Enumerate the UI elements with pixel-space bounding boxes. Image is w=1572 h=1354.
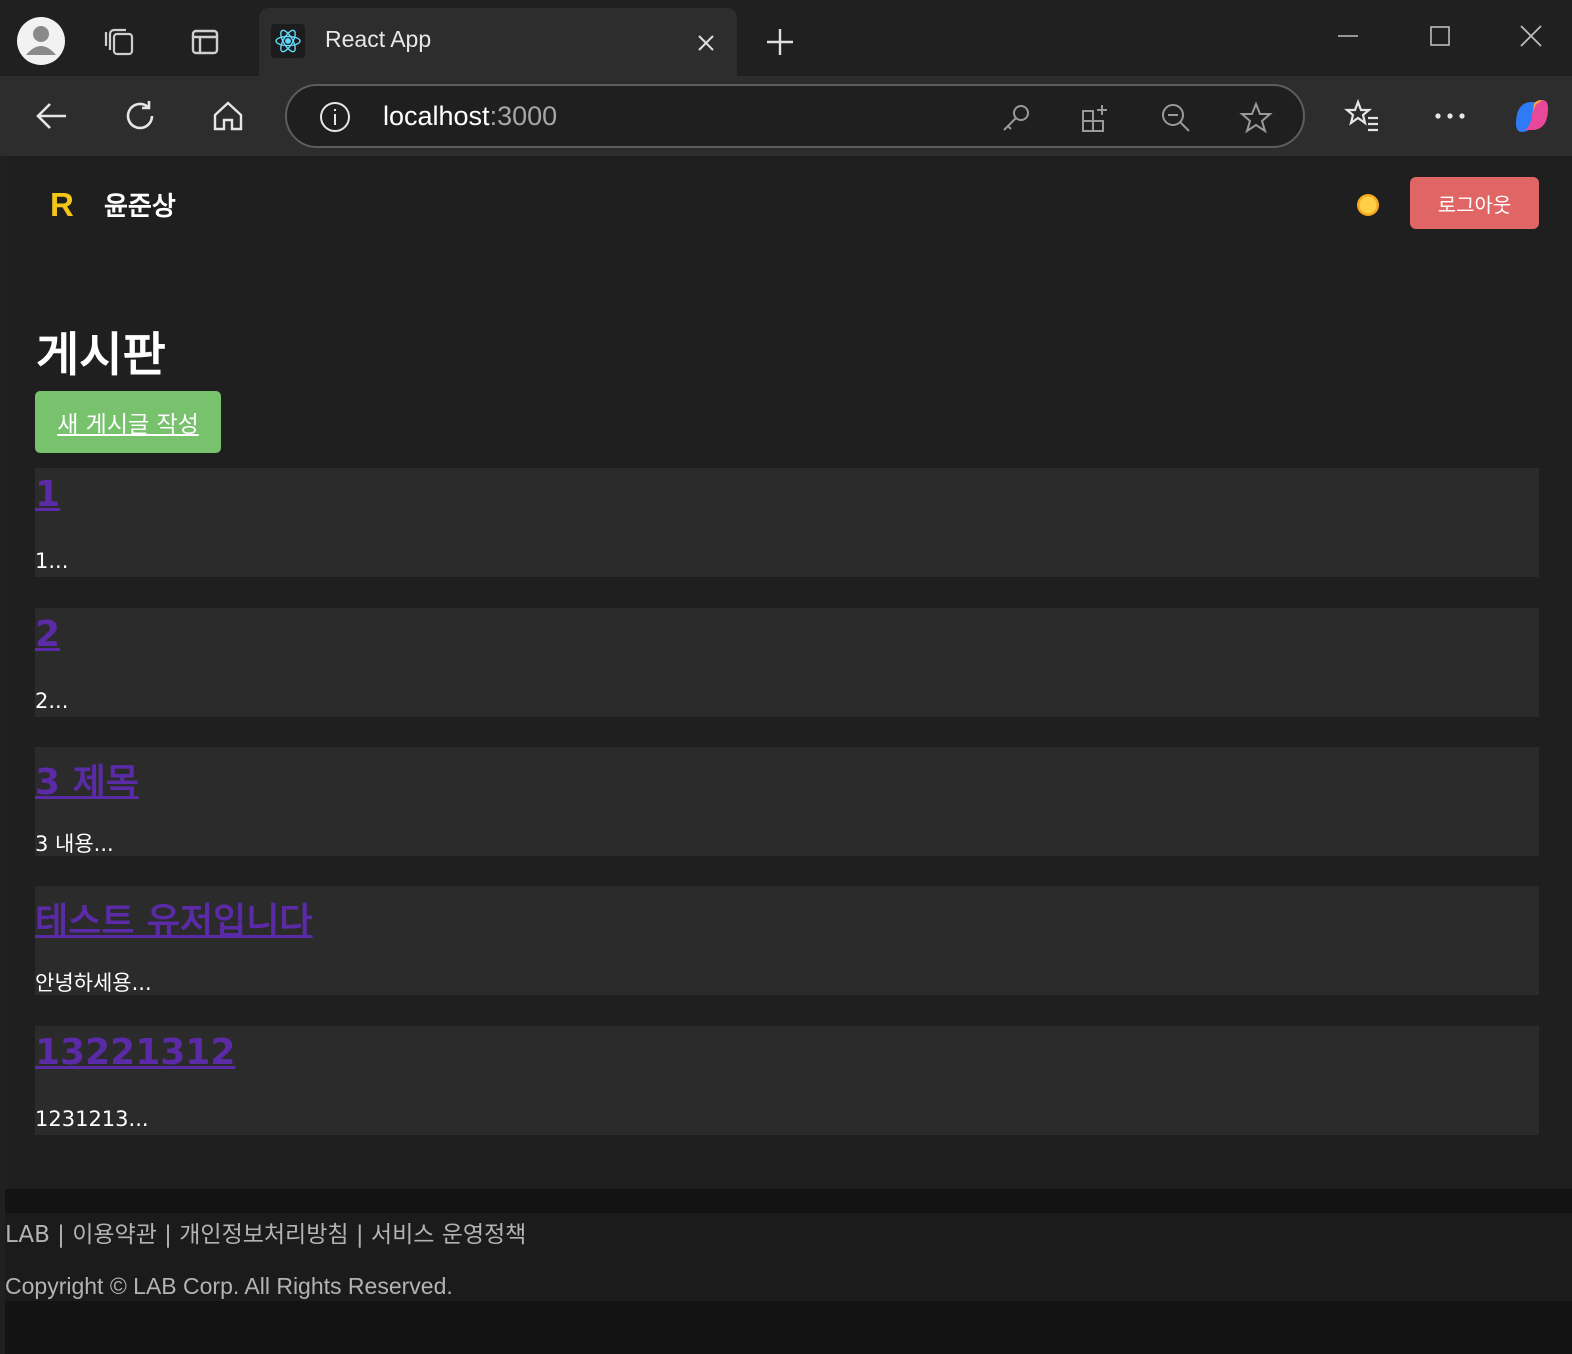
post-excerpt: 1231213... <box>35 1107 149 1131</box>
new-tab-icon[interactable] <box>760 22 800 62</box>
workspaces-icon[interactable] <box>100 22 140 62</box>
url-text[interactable]: localhost:3000 <box>383 101 557 132</box>
copyright-text: Copyright © LAB Corp. All Rights Reserve… <box>5 1273 453 1299</box>
profile-avatar-icon[interactable] <box>17 17 65 65</box>
post-item: 1 1... <box>35 468 1539 577</box>
post-title-link[interactable]: 1 <box>35 474 60 515</box>
close-tab-icon[interactable] <box>691 28 721 58</box>
footer-separator: | <box>348 1222 371 1248</box>
footer-separator: | <box>156 1222 180 1248</box>
post-excerpt: 3 내용... <box>35 832 114 856</box>
password-key-icon[interactable] <box>997 99 1035 137</box>
post-item: 13221312 1231213... <box>35 1026 1539 1135</box>
post-title-link[interactable]: 2 <box>35 614 60 655</box>
footer-links: LAB | 이용약관 | 개인정보처리방침 | 서비스 운영정책 <box>5 1215 526 1249</box>
footer-separator: | <box>49 1222 73 1248</box>
zoom-out-icon[interactable] <box>1157 99 1195 137</box>
theme-toggle-sun-icon[interactable] <box>1355 192 1381 218</box>
browser-tab-bar: React App <box>0 0 1572 76</box>
address-bar[interactable]: localhost:3000 <box>285 84 1305 148</box>
vertical-tabs-icon[interactable] <box>185 22 225 62</box>
new-post-button[interactable]: 새 게시글 작성 <box>35 391 221 453</box>
app-header: R 윤준상 로그아웃 <box>5 156 1572 252</box>
app-available-icon[interactable] <box>1077 99 1115 137</box>
minimize-window-icon[interactable] <box>1328 20 1368 52</box>
footer-link-service-policy[interactable]: 서비스 운영정책 <box>371 1222 526 1248</box>
post-title-link[interactable]: 13221312 <box>35 1032 235 1073</box>
post-excerpt: 2... <box>35 689 69 713</box>
app-logo[interactable]: R <box>50 186 74 224</box>
footer-link-terms[interactable]: 이용약관 <box>72 1222 157 1248</box>
footer-link-lab[interactable]: LAB <box>5 1222 50 1248</box>
post-item: 테스트 유저입니다 안녕하세용... <box>35 886 1539 995</box>
tab-title: React App <box>325 26 432 52</box>
favorites-list-icon[interactable] <box>1340 94 1384 138</box>
back-arrow-icon[interactable] <box>30 94 74 138</box>
post-item: 3 제목 3 내용... <box>35 747 1539 856</box>
home-icon[interactable] <box>206 94 250 138</box>
footer-link-privacy[interactable]: 개인정보처리방침 <box>179 1222 348 1248</box>
logout-button[interactable]: 로그아웃 <box>1410 177 1539 229</box>
post-title-link[interactable]: 테스트 유저입니다 <box>35 892 313 944</box>
react-logo-icon <box>271 24 305 58</box>
address-toolbar: localhost:3000 <box>0 76 1572 156</box>
close-window-icon[interactable] <box>1511 20 1551 52</box>
site-info-icon[interactable] <box>317 99 353 135</box>
tab-react-app[interactable]: React App <box>259 8 737 76</box>
page-title: 게시판 <box>36 328 166 383</box>
favorite-star-icon[interactable] <box>1237 99 1275 137</box>
user-name: 윤준상 <box>104 192 176 222</box>
post-item: 2 2... <box>35 608 1539 717</box>
post-excerpt: 1... <box>35 549 69 573</box>
site-footer: LAB | 이용약관 | 개인정보처리방침 | 서비스 운영정책 Copyrig… <box>5 1189 1572 1354</box>
footer-content: LAB | 이용약관 | 개인정보처리방침 | 서비스 운영정책 Copyrig… <box>5 1213 1572 1301</box>
more-options-icon[interactable] <box>1428 94 1472 138</box>
maximize-window-icon[interactable] <box>1420 20 1460 52</box>
copilot-icon[interactable] <box>1508 92 1556 140</box>
post-title-link[interactable]: 3 제목 <box>35 753 139 805</box>
app-page: R 윤준상 로그아웃 게시판 새 게시글 작성 1 1... 2 2... 3 … <box>5 156 1572 1354</box>
refresh-icon[interactable] <box>118 94 162 138</box>
post-excerpt: 안녕하세용... <box>35 971 152 995</box>
